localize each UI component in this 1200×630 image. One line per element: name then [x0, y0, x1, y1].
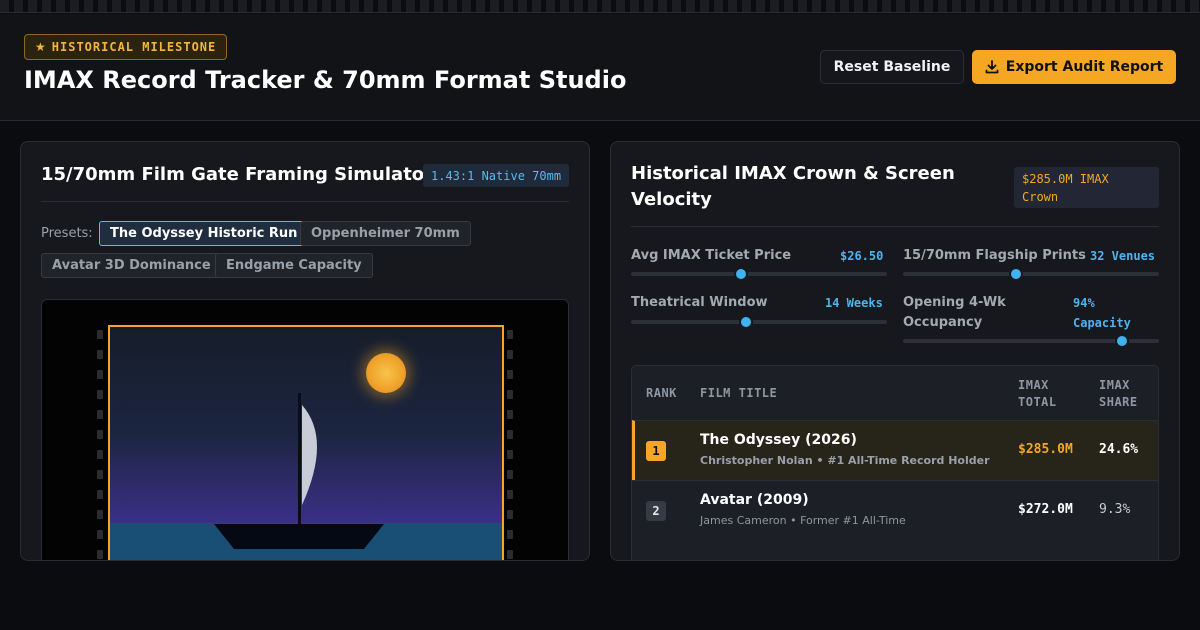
reset-baseline-button[interactable]: Reset Baseline	[820, 50, 964, 84]
film-gate-viewer[interactable]	[41, 299, 569, 560]
imax-crown-badge: $285.0M IMAX Crown	[1014, 167, 1159, 208]
film-subtitle: James Cameron • Former #1 All-Time	[700, 514, 906, 527]
preset-oppenheimer[interactable]: Oppenheimer 70mm	[300, 221, 471, 246]
theatrical-window-label: Theatrical Window	[631, 295, 768, 310]
flagship-prints-thumb[interactable]	[1009, 267, 1023, 281]
divider	[631, 226, 1159, 227]
film-subtitle: Christopher Nolan • #1 All-Time Record H…	[700, 454, 990, 467]
occupancy-slider[interactable]	[903, 334, 1159, 348]
presets-label: Presets:	[41, 226, 93, 241]
column-header-rank: RANK	[646, 386, 677, 400]
column-header-imax-share: IMAX SHARE	[1099, 378, 1138, 409]
occupancy-thumb[interactable]	[1115, 334, 1129, 348]
ticket-price-label: Avg IMAX Ticket Price	[631, 248, 792, 263]
download-icon	[985, 60, 999, 74]
column-header-imax-total: IMAX TOTAL	[1018, 378, 1057, 409]
imax-total: $272.0M	[1018, 502, 1073, 517]
ticket-price-slider[interactable]	[631, 267, 887, 281]
export-label: Export Audit Report	[1005, 59, 1164, 75]
milestone-badge: ★ HISTORICAL MILESTONE	[24, 34, 228, 60]
film-strip-border	[0, 0, 1200, 13]
ticket-price-value: $26.50	[840, 249, 884, 263]
preset-odyssey[interactable]: The Odyssey Historic Run	[99, 221, 309, 246]
velocity-title: Historical IMAX Crown & Screen Velocity	[631, 163, 955, 210]
imax-frame-gate	[108, 325, 504, 560]
imax-leaderboard-table: RANK FILM TITLE IMAX TOTAL IMAX SHARE 1 …	[631, 365, 1159, 560]
theatrical-window-slider[interactable]	[631, 315, 887, 329]
film-title: The Odyssey (2026)	[700, 432, 857, 448]
imax-share: 9.3%	[1099, 502, 1131, 517]
preset-endgame[interactable]: Endgame Capacity	[215, 253, 373, 278]
page-title: IMAX Record Tracker & 70mm Format Studio	[24, 66, 627, 94]
theatrical-window-thumb[interactable]	[739, 315, 753, 329]
export-audit-report-button[interactable]: Export Audit Report	[972, 50, 1176, 84]
imax-total: $285.0M	[1018, 442, 1073, 457]
column-header-film-title: FILM TITLE	[700, 386, 778, 400]
table-row[interactable]: 2 Avatar (2009) James Cameron • Former #…	[632, 480, 1158, 540]
rank-badge: 2	[646, 501, 666, 521]
framing-simulator-panel: 15/70mm Film Gate Framing Simulator 1.43…	[20, 141, 590, 561]
theatrical-window-value: 14 Weeks	[825, 296, 883, 310]
flagship-prints-label: 15/70mm Flagship Prints	[903, 248, 1086, 263]
rank-badge: 1	[646, 441, 666, 461]
occupancy-value: 94% Capacity	[1073, 296, 1131, 330]
flagship-prints-value: 32 Venues	[1090, 249, 1156, 263]
preset-avatar[interactable]: Avatar 3D Dominance	[41, 253, 222, 278]
aspect-ratio-badge: 1.43:1 Native 70mm	[423, 164, 570, 187]
occupancy-label: Opening 4-Wk Occupancy	[903, 295, 1006, 330]
app-header: ★ HISTORICAL MILESTONE IMAX Record Track…	[0, 14, 1200, 121]
star-icon: ★	[35, 40, 46, 54]
milestone-label: HISTORICAL MILESTONE	[51, 40, 217, 54]
divider	[41, 201, 569, 202]
imax-share: 24.6%	[1099, 442, 1139, 457]
sailboat-graphic	[214, 393, 384, 549]
film-title: Avatar (2009)	[700, 492, 809, 508]
simulator-title: 15/70mm Film Gate Framing Simulator	[41, 164, 434, 185]
imax-crown-velocity-panel: Historical IMAX Crown & Screen Velocity …	[610, 141, 1180, 561]
table-row[interactable]: 1 The Odyssey (2026) Christopher Nolan •…	[632, 420, 1158, 480]
flagship-prints-slider[interactable]	[903, 267, 1159, 281]
ticket-price-thumb[interactable]	[734, 267, 748, 281]
